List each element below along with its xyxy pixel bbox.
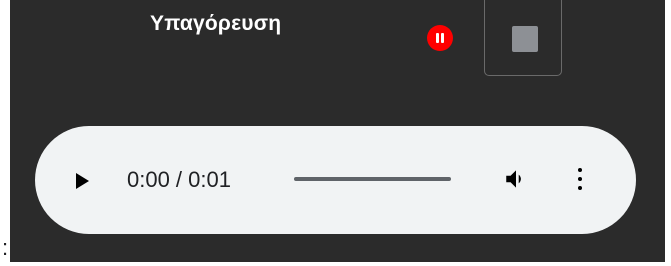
- screenshot-stage: : Υπαγόρευση 0:00 / 0:01: [0, 0, 671, 266]
- dictation-title: Υπαγόρευση: [150, 12, 282, 35]
- stop-icon: [512, 26, 538, 52]
- time-display: 0:00 / 0:01: [127, 167, 231, 192]
- progress-slider[interactable]: [294, 177, 451, 181]
- audio-player: 0:00 / 0:01: [35, 126, 636, 234]
- dictation-panel: Υπαγόρευση 0:00 / 0:01: [10, 0, 665, 262]
- volume-icon[interactable]: [503, 166, 529, 192]
- edge-colon-text: :: [2, 235, 9, 260]
- more-options-icon[interactable]: [576, 166, 584, 192]
- pause-recording-button[interactable]: [427, 25, 453, 51]
- pause-bar-left: [436, 33, 439, 43]
- stop-recording-button[interactable]: [484, 0, 562, 76]
- more-dot: [578, 168, 582, 172]
- more-dot: [578, 186, 582, 190]
- pause-bar-right: [441, 33, 444, 43]
- play-icon[interactable]: [76, 173, 89, 189]
- more-dot: [578, 177, 582, 181]
